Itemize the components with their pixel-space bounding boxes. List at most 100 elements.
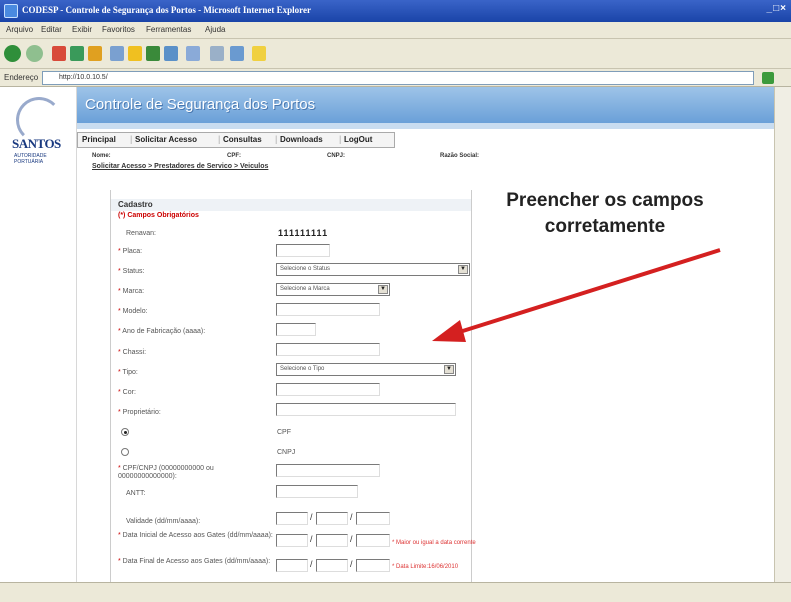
back-icon[interactable] [4,45,21,62]
tipo-label: * Tipo: [118,369,138,376]
form-title: Cadastro [118,200,153,209]
address-input[interactable]: http://10.0.10.5/ [42,71,754,85]
vertical-scrollbar[interactable] [774,87,791,582]
address-label: Endereço [4,73,39,82]
data-final-month-input[interactable] [316,559,348,572]
required-note: (*) Campos Obrigatórios [118,212,199,219]
chassi-label: * Chassi: [118,349,147,356]
cor-input[interactable] [276,383,380,396]
date-separator: / [350,534,353,544]
menu-favoritos[interactable]: Favoritos [102,25,135,34]
date-separator: / [310,512,313,522]
marca-label: * Marca: [118,288,145,295]
renavan-label: Renavan: [126,230,156,237]
info-cpf: CPF: [227,153,241,159]
data-inicial-month-input[interactable] [316,534,348,547]
home-icon[interactable] [88,46,102,61]
info-razao-social: Razão Social: [440,153,480,159]
chevron-down-icon: ▼ [444,365,454,374]
data-final-day-input[interactable] [276,559,308,572]
page-header: Controle de Segurança dos Portos [77,87,791,123]
status-label: * Status: [118,268,145,275]
chevron-down-icon: ▼ [378,285,388,294]
data-inicial-year-input[interactable] [356,534,390,547]
nav-downloads[interactable]: Downloads [280,135,323,144]
info-cnpj: CNPJ: [327,153,346,159]
sidebar: SANTOS AUTORIDADE PORTUÁRIA [0,87,77,582]
address-bar: Endereço http://10.0.10.5/ [0,69,791,87]
nav-logout[interactable]: LogOut [344,135,372,144]
menu-bar: Arquivo Editar Exibir Favoritos Ferramen… [0,22,791,39]
form-title-row [111,199,471,211]
ano-label: * Ano de Fabricação (aaaa): [118,328,206,335]
data-final-label: * Data Final de Acesso aos Gates (dd/mm/… [118,558,271,565]
menu-exibir[interactable]: Exibir [72,25,92,34]
proprietario-label: * Proprietário: [118,409,161,416]
cnpj-radio[interactable] [121,448,129,456]
marca-select[interactable]: Selecione a Marca ▼ [276,283,390,296]
cor-label: * Cor: [118,389,136,396]
print-icon[interactable] [210,46,224,61]
header-stripe [77,123,791,129]
nav-separator: | [218,134,221,144]
proprietario-input[interactable] [276,403,456,416]
mail-icon[interactable] [186,46,200,61]
menu-arquivo[interactable]: Arquivo [6,25,33,34]
refresh-icon[interactable] [70,46,84,61]
cnpj-option-label: CNPJ [277,449,296,456]
window-title: CODESP - Controle de Segurança dos Porto… [22,5,311,15]
ano-input[interactable] [276,323,316,336]
validade-month-input[interactable] [316,512,348,525]
stop-icon[interactable] [52,46,66,61]
antt-input[interactable] [276,485,358,498]
date-separator: / [310,534,313,544]
data-inicial-note: * Maior ou igual a data corrente [392,540,476,546]
menu-ajuda[interactable]: Ajuda [205,25,225,34]
nav-separator: | [275,134,278,144]
menu-ferramentas[interactable]: Ferramentas [146,25,191,34]
placa-label: * Placa: [118,248,143,255]
nav-consultas[interactable]: Consultas [223,135,262,144]
date-separator: / [350,559,353,569]
edit-icon[interactable] [230,46,244,61]
nav-principal[interactable]: Principal [82,135,116,144]
cpf-cnpj-input[interactable] [276,464,380,477]
annotation-line-2: corretamente [544,216,666,237]
data-final-year-input[interactable] [356,559,390,572]
date-separator: / [310,559,313,569]
page-title: Controle de Segurança dos Portos [85,96,316,113]
validade-year-input[interactable] [356,512,390,525]
modelo-input[interactable] [276,303,380,316]
folder-icon[interactable] [252,46,266,61]
history-icon[interactable] [164,46,178,61]
window-controls[interactable]: _□× [767,3,787,19]
media-icon[interactable] [146,46,160,61]
window-title-bar: CODESP - Controle de Segurança dos Porto… [0,0,791,22]
breadcrumb[interactable]: Solicitar Acesso > Prestadores de Servic… [92,163,268,170]
search-icon[interactable] [110,46,124,61]
cpf-cnpj-label: * CPF/CNPJ (00000000000 ou 0000000000000… [118,465,214,480]
cpf-radio[interactable] [121,428,129,436]
nav-separator: | [130,134,133,144]
data-final-note: * Data Limite:16/06/2010 [392,564,459,570]
annotation-text: Preencher os campos corretamente [455,188,755,240]
tipo-select[interactable]: Selecione o Tipo ▼ [276,363,456,376]
nav-solicitar-acesso[interactable]: Solicitar Acesso [135,135,197,144]
menu-editar[interactable]: Editar [41,25,62,34]
antt-label: ANTT: [126,490,146,497]
nav-bar: Principal | Solicitar Acesso | Consultas… [77,132,395,148]
modelo-label: * Modelo: [118,308,148,315]
date-separator: / [350,512,353,522]
cpf-option-label: CPF [277,429,291,436]
logo-subtitle: AUTORIDADE PORTUÁRIA [14,153,47,165]
favorites-icon[interactable] [128,46,142,61]
logo-santos: SANTOS [12,136,61,151]
data-inicial-day-input[interactable] [276,534,308,547]
toolbar [0,39,791,69]
info-nome: Nome: [92,153,111,159]
forward-icon[interactable] [26,45,43,62]
validade-day-input[interactable] [276,512,308,525]
chassi-input[interactable] [276,343,380,356]
placa-input[interactable] [276,244,330,257]
go-icon[interactable] [762,72,774,84]
